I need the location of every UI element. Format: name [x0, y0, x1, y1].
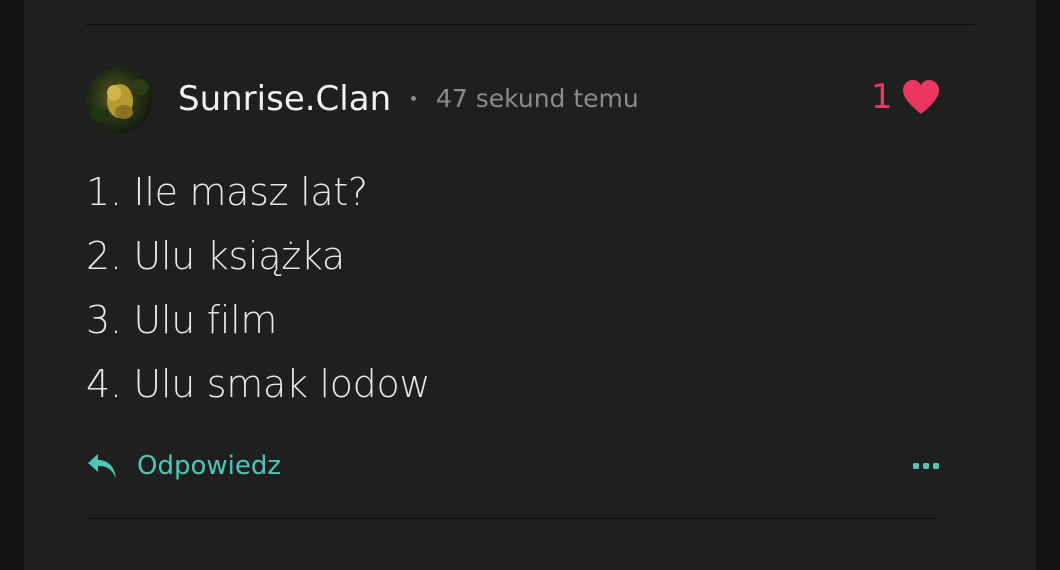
comment-body: 1. Ile masz lat? 2. Ulu książka 3. Ulu f…	[86, 160, 431, 416]
more-options-icon[interactable]	[912, 460, 940, 472]
timestamp: 47 sekund temu	[436, 84, 639, 113]
heart-icon[interactable]	[900, 78, 942, 116]
avatar[interactable]	[86, 67, 152, 133]
top-divider	[85, 24, 975, 25]
reply-arrow-icon	[88, 454, 116, 478]
reply-label: Odpowiedz	[137, 451, 282, 481]
meta-separator-dot	[411, 96, 416, 101]
comment-line: 3. Ulu film	[86, 298, 278, 342]
comment-line: 4. Ulu smak lodow	[86, 362, 431, 406]
like-count: 1	[871, 77, 893, 117]
username[interactable]: Sunrise.Clan	[178, 78, 391, 120]
avatar-image	[86, 67, 152, 133]
comment-line: 1. Ile masz lat?	[86, 170, 368, 214]
reply-button[interactable]: Odpowiedz	[86, 448, 281, 484]
bottom-divider	[85, 518, 939, 519]
comment-line: 2. Ulu książka	[86, 234, 345, 278]
